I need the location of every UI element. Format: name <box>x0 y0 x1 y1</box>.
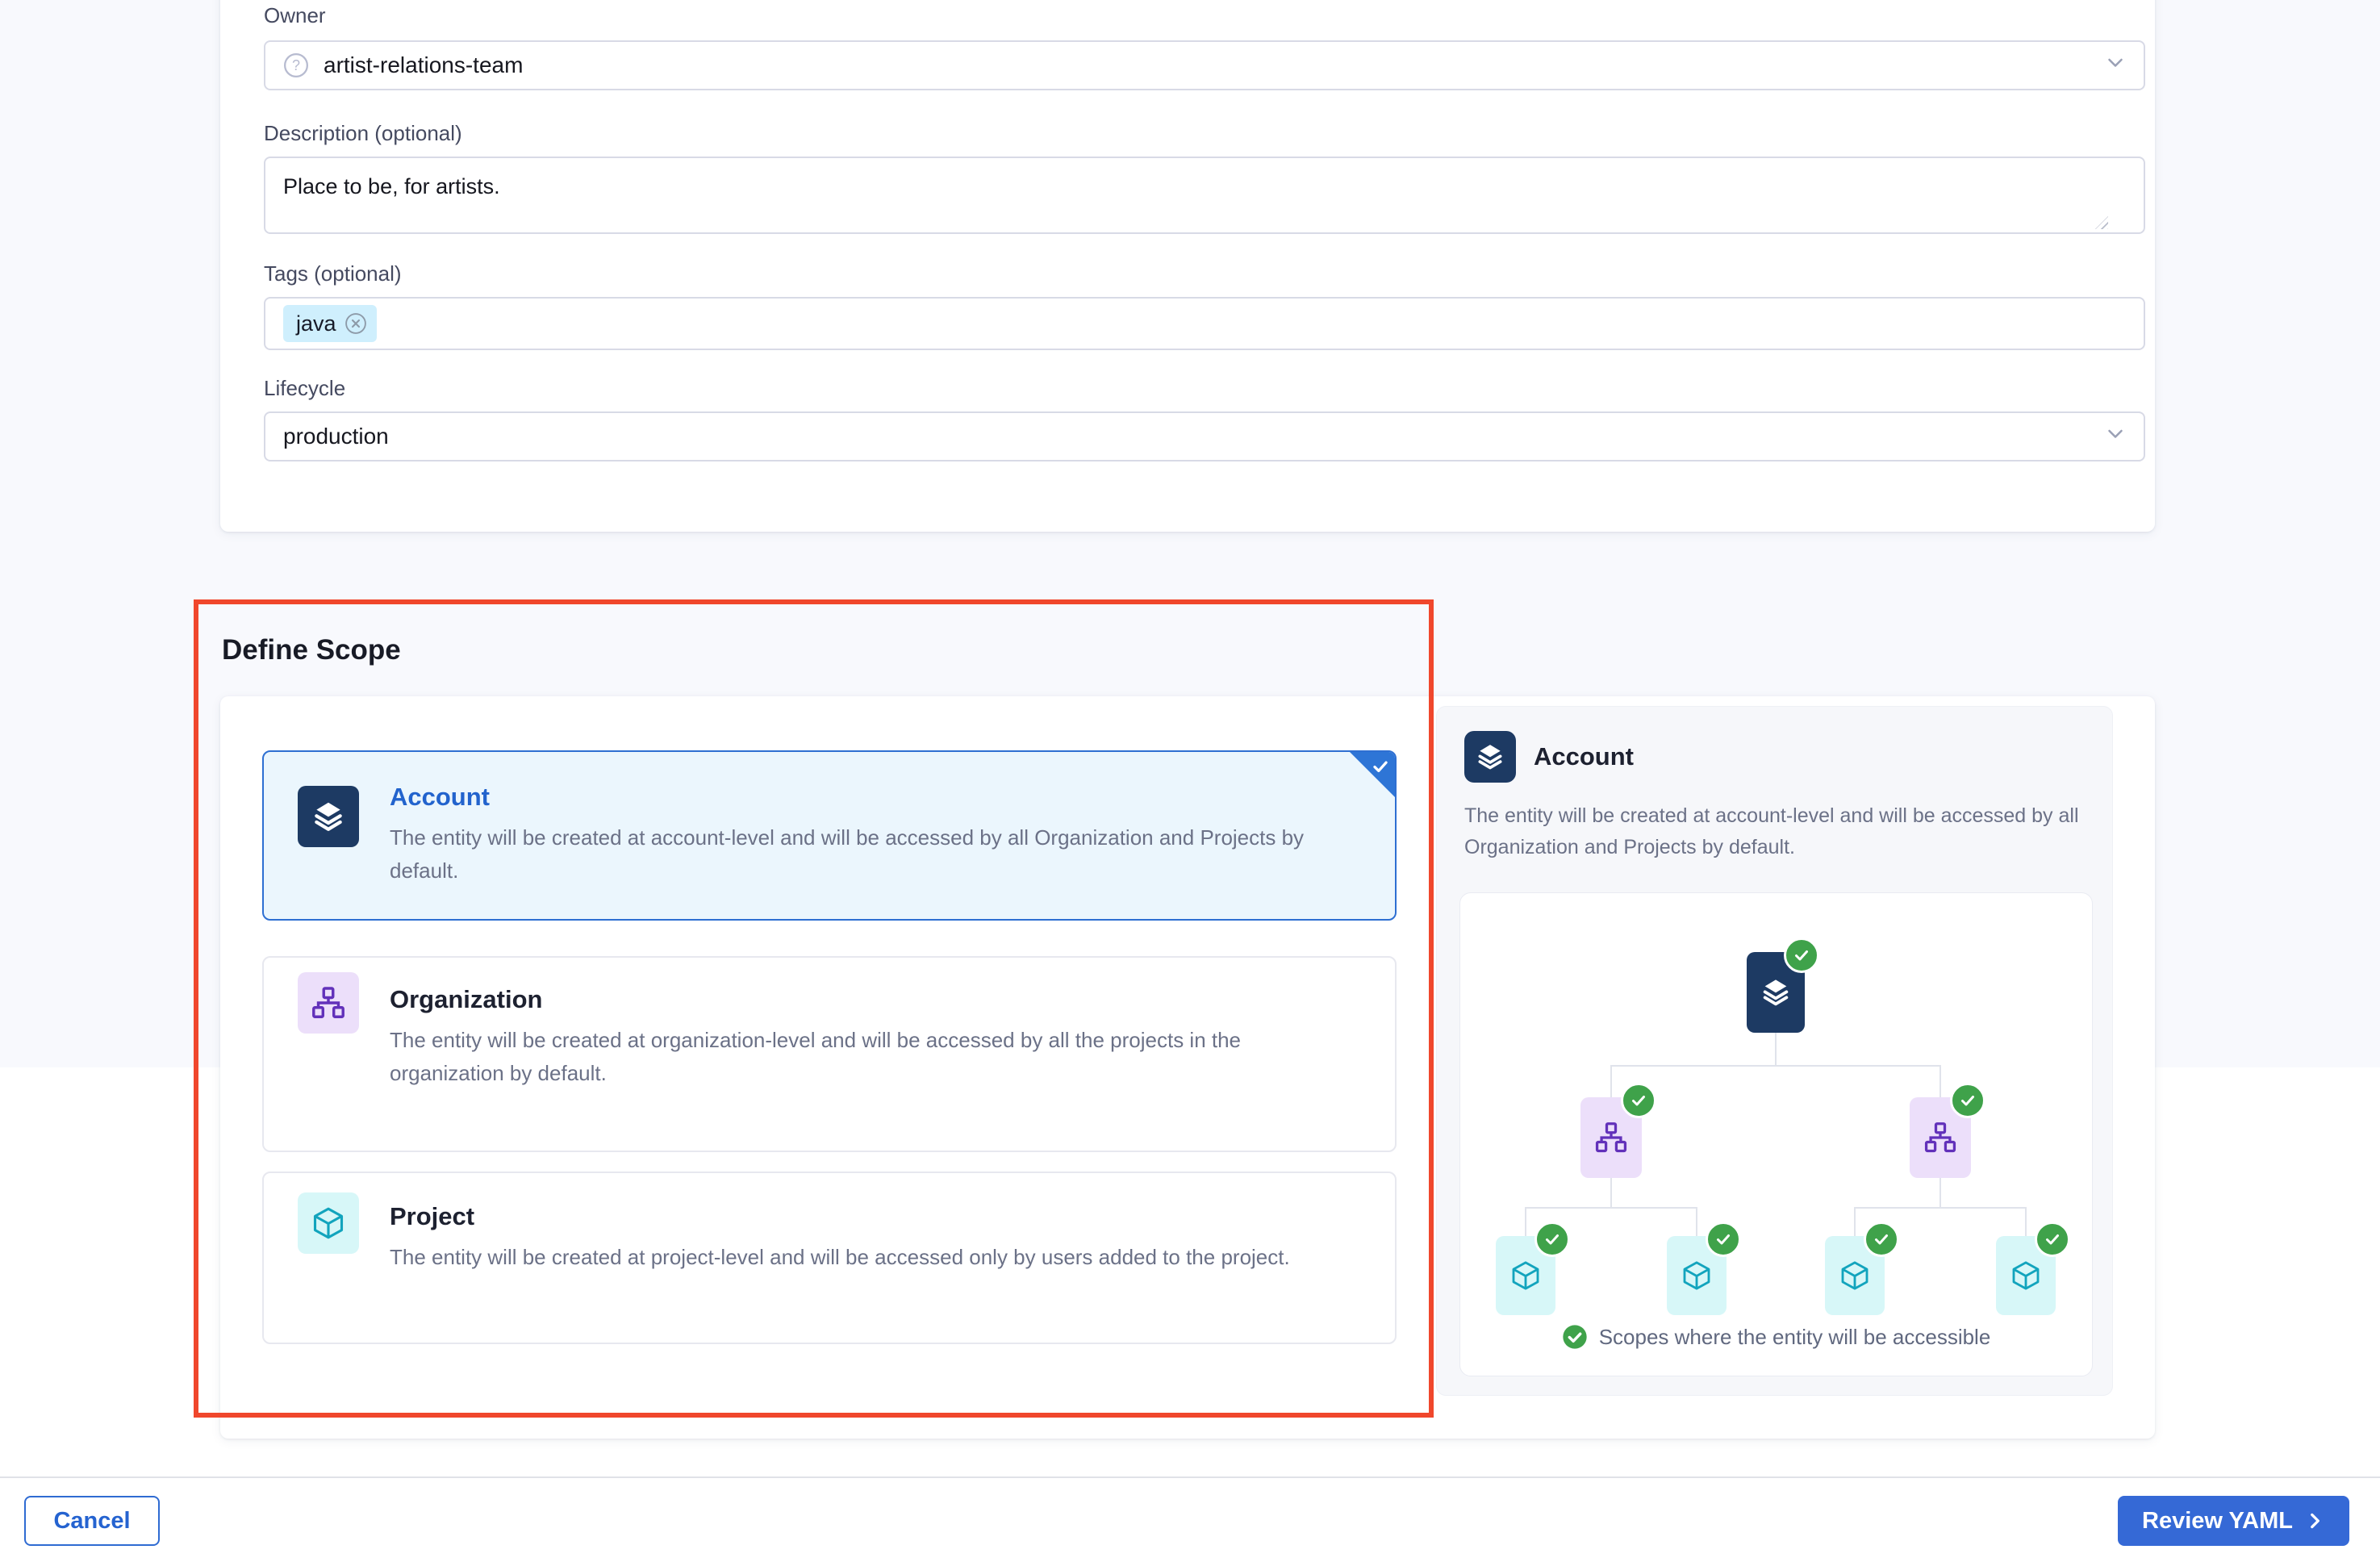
check-badge-icon <box>1784 938 1819 973</box>
option-title: Organization <box>390 985 542 1014</box>
tree-node-organization <box>1910 1097 1971 1178</box>
remove-tag-icon[interactable] <box>344 312 367 335</box>
tree-line <box>1525 1207 1526 1236</box>
tree-node-organization <box>1580 1097 1642 1178</box>
tags-input[interactable]: java <box>264 297 2145 350</box>
lifecycle-label: Lifecycle <box>264 376 345 401</box>
preview-description: The entity will be created at account-le… <box>1464 800 2096 863</box>
tree-line <box>1610 1065 1612 1097</box>
lifecycle-value: production <box>283 424 389 449</box>
scope-preview-panel: Account The entity will be created at ac… <box>1436 706 2113 1396</box>
tree-line <box>1939 1065 1941 1097</box>
scope-diagram-card: Scopes where the entity will be accessib… <box>1459 892 2093 1376</box>
diagram-legend: Scopes where the entity will be accessib… <box>1460 1324 2092 1350</box>
tree-line <box>2025 1207 2027 1236</box>
organization-icon <box>298 972 359 1034</box>
selected-check-icon <box>1370 756 1391 781</box>
check-badge-icon <box>1950 1083 1985 1118</box>
tree-line <box>1854 1207 2027 1209</box>
tree-line <box>1939 1178 1941 1207</box>
owner-select[interactable]: artist-relations-team <box>264 40 2145 90</box>
lifecycle-select[interactable]: production <box>264 411 2145 461</box>
option-title: Project <box>390 1202 474 1231</box>
wizard-footer: Cancel Review YAML <box>0 1476 2380 1562</box>
owner-label: Owner <box>264 3 326 28</box>
option-description: The entity will be created at project-le… <box>390 1241 1346 1274</box>
define-scope-heading: Define Scope <box>222 634 401 666</box>
tree-line <box>1610 1065 1941 1067</box>
description-label: Description (optional) <box>264 121 462 146</box>
chevron-down-icon <box>2103 51 2127 81</box>
entity-details-card: Owner artist-relations-team Description … <box>220 0 2155 532</box>
account-icon <box>298 786 359 847</box>
review-yaml-label: Review YAML <box>2142 1508 2293 1535</box>
check-badge-icon <box>1534 1222 1570 1257</box>
scope-option-account[interactable]: Account The entity will be created at ac… <box>262 750 1397 921</box>
tree-line <box>1525 1207 1697 1209</box>
tag-chip: java <box>283 305 377 342</box>
tree-node-project <box>1825 1236 1885 1315</box>
description-textarea[interactable]: Place to be, for artists. <box>264 157 2145 234</box>
tree-node-project <box>1496 1236 1555 1315</box>
option-description: The entity will be created at account-le… <box>390 821 1346 888</box>
preview-title: Account <box>1534 742 1634 771</box>
scope-option-project[interactable]: Project The entity will be created at pr… <box>262 1172 1397 1344</box>
check-badge-icon <box>1706 1222 1741 1257</box>
option-title: Account <box>390 783 490 812</box>
tag-chip-label: java <box>296 311 336 336</box>
tree-line <box>1610 1178 1612 1207</box>
tree-line <box>1696 1207 1697 1236</box>
tags-label: Tags (optional) <box>264 261 402 286</box>
check-badge-icon <box>1621 1083 1656 1118</box>
tree-line <box>1775 1033 1777 1065</box>
tree-line <box>1854 1207 1856 1236</box>
check-badge-icon <box>2035 1222 2070 1257</box>
tree-node-project <box>1996 1236 2056 1315</box>
check-badge-icon <box>1864 1222 1899 1257</box>
legend-text: Scopes where the entity will be accessib… <box>1599 1325 1991 1350</box>
account-icon <box>1464 731 1516 783</box>
option-description: The entity will be created at organizati… <box>390 1024 1346 1090</box>
check-circle-icon <box>1562 1324 1588 1350</box>
chevron-down-icon <box>2103 422 2127 452</box>
review-yaml-button[interactable]: Review YAML <box>2118 1496 2349 1546</box>
owner-value: artist-relations-team <box>324 52 523 78</box>
project-icon <box>298 1192 359 1254</box>
tree-node-project <box>1667 1236 1727 1315</box>
help-icon[interactable] <box>283 52 309 78</box>
scope-option-organization[interactable]: Organization The entity will be created … <box>262 956 1397 1152</box>
chevron-right-icon <box>2304 1510 2325 1531</box>
tree-node-account <box>1747 952 1805 1033</box>
cancel-button[interactable]: Cancel <box>24 1496 160 1546</box>
define-scope-card: Account The entity will be created at ac… <box>220 696 2155 1439</box>
